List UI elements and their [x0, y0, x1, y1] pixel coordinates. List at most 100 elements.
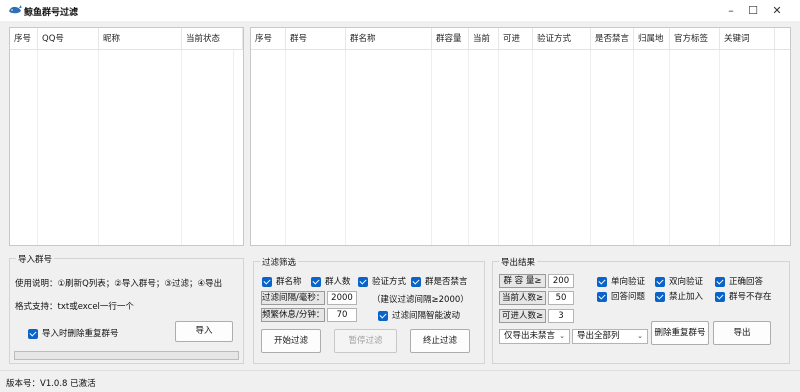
column-header[interactable]: 是否禁言: [591, 28, 634, 50]
column-divider: [181, 50, 182, 245]
column-header[interactable]: 验证方式: [533, 28, 591, 50]
filter-verify-checkbox[interactable]: 验证方式: [358, 276, 406, 288]
column-divider: [233, 50, 234, 245]
rest-label: 频繁休息/分钟：: [261, 308, 325, 322]
smart-interval-checkbox[interactable]: 过滤间隔智能波动: [378, 310, 460, 322]
capacity-input[interactable]: 200: [548, 274, 574, 288]
column-divider: [590, 50, 591, 245]
export-button[interactable]: 导出: [713, 321, 771, 345]
interval-input[interactable]: 2000: [327, 291, 357, 305]
checkbox-label: 群人数: [325, 277, 351, 287]
one-way-verify-checkbox[interactable]: 单向验证: [597, 276, 645, 288]
column-header[interactable]: 官方标签: [670, 28, 720, 50]
checkbox-label: 禁止加入: [669, 292, 704, 302]
column-header[interactable]: 序号: [10, 28, 38, 50]
column-header[interactable]: 昵称: [99, 28, 182, 50]
version-text: 版本号：V1.0.8 已激活: [6, 379, 96, 389]
answer-question-checkbox[interactable]: 回答问题: [597, 291, 645, 303]
column-header[interactable]: 关键词: [720, 28, 775, 50]
filter-name-checkbox[interactable]: 群名称: [262, 276, 302, 288]
checkbox-checked-icon: [28, 329, 38, 339]
checkbox-label: 正确回答: [729, 277, 764, 287]
checkbox-label: 群名称: [276, 277, 302, 287]
group-list-table[interactable]: 序号 群号 群名称 群容量 当前 可进 验证方式 是否禁言 归属地 官方标签 关…: [250, 27, 791, 246]
column-divider: [774, 50, 775, 245]
column-header[interactable]: 序号: [251, 28, 286, 50]
remove-duplicates-button[interactable]: 删除重复群号: [651, 321, 709, 345]
checkbox-checked-icon: [311, 277, 321, 287]
import-group-label: 导入群号: [16, 253, 55, 265]
title-bar: 鲸鱼群号过滤 – ☐ ✕: [0, 0, 800, 21]
rest-input[interactable]: 70: [327, 308, 357, 322]
column-divider: [98, 50, 99, 245]
column-header[interactable]: 当前: [469, 28, 499, 50]
current-members-label: 当前人数≥: [499, 291, 546, 305]
column-divider: [669, 50, 670, 245]
group-not-exist-checkbox[interactable]: 群号不存在: [715, 291, 772, 303]
import-button[interactable]: 导入: [175, 321, 233, 342]
column-header[interactable]: 可进: [499, 28, 533, 50]
available-label: 可进人数≥: [499, 309, 546, 323]
usage-instructions: 使用说明：①刷新Q列表；②导入群号；③过滤；④导出: [15, 279, 223, 289]
qq-list-header: 序号 QQ号 昵称 当前状态: [10, 28, 243, 50]
filter-groupbox: 过滤筛选 群名称 群人数 验证方式 群是否禁言 过滤间隔/毫秒： 2000 （建…: [253, 256, 485, 364]
checkbox-label: 回答问题: [611, 292, 646, 302]
mute-export-select[interactable]: 仅导出未禁言 ⌄: [499, 329, 570, 344]
available-input[interactable]: 3: [548, 309, 574, 323]
start-filter-button[interactable]: 开始过滤: [261, 329, 321, 353]
column-divider: [285, 50, 286, 245]
column-divider: [37, 50, 38, 245]
checkbox-label: 导入时删除重复群号: [42, 329, 119, 339]
pause-filter-button[interactable]: 暂停过滤: [334, 329, 397, 353]
column-divider: [468, 50, 469, 245]
column-header[interactable]: 归属地: [634, 28, 670, 50]
checkbox-checked-icon: [597, 277, 607, 287]
checkbox-label: 群号不存在: [729, 292, 772, 302]
column-header[interactable]: QQ号: [38, 28, 99, 50]
column-header[interactable]: 群名称: [346, 28, 432, 50]
checkbox-label: 过滤间隔智能波动: [392, 311, 461, 321]
export-group-label: 导出结果: [499, 256, 538, 268]
column-header[interactable]: 当前状态: [182, 28, 243, 50]
column-divider: [633, 50, 634, 245]
column-divider: [431, 50, 432, 245]
interval-hint: （建议过滤间隔≥2000）: [372, 295, 469, 305]
column-header[interactable]: 群号: [286, 28, 346, 50]
capacity-label: 群 容 量≥: [499, 274, 546, 288]
columns-export-select[interactable]: 导出全部列 ⌄: [572, 329, 648, 344]
column-header[interactable]: 群容量: [432, 28, 469, 50]
column-divider: [532, 50, 533, 245]
join-forbidden-checkbox[interactable]: 禁止加入: [655, 291, 703, 303]
current-members-input[interactable]: 50: [548, 291, 574, 305]
close-button[interactable]: ✕: [754, 0, 800, 21]
checkbox-checked-icon: [378, 311, 388, 321]
checkbox-label: 验证方式: [372, 277, 407, 287]
qq-list-table[interactable]: 序号 QQ号 昵称 当前状态: [9, 27, 244, 246]
checkbox-checked-icon: [655, 277, 665, 287]
column-divider: [345, 50, 346, 245]
import-groupbox: 导入群号 使用说明：①刷新Q列表；②导入群号；③过滤；④导出 格式支持：txt或…: [9, 253, 244, 364]
checkbox-checked-icon: [715, 277, 725, 287]
group-list-header: 序号 群号 群名称 群容量 当前 可进 验证方式 是否禁言 归属地 官方标签 关…: [251, 28, 790, 50]
window-title: 鲸鱼群号过滤: [24, 8, 79, 18]
filter-muted-checkbox[interactable]: 群是否禁言: [411, 276, 468, 288]
select-value: 仅导出未禁言: [504, 331, 556, 341]
checkbox-checked-icon: [358, 277, 368, 287]
dedupe-on-import-checkbox[interactable]: 导入时删除重复群号: [28, 328, 119, 340]
chevron-down-icon: ⌄: [637, 332, 643, 340]
correct-answer-checkbox[interactable]: 正确回答: [715, 276, 763, 288]
column-divider: [498, 50, 499, 245]
checkbox-checked-icon: [597, 292, 607, 302]
checkbox-label: 群是否禁言: [425, 277, 468, 287]
filter-members-checkbox[interactable]: 群人数: [311, 276, 351, 288]
chevron-down-icon: ⌄: [559, 332, 565, 340]
interval-label: 过滤间隔/毫秒：: [261, 291, 325, 305]
checkbox-checked-icon: [715, 292, 725, 302]
two-way-verify-checkbox[interactable]: 双向验证: [655, 276, 703, 288]
select-value: 导出全部列: [577, 331, 620, 341]
checkbox-checked-icon: [411, 277, 421, 287]
whale-icon: [9, 5, 22, 14]
checkbox-checked-icon: [262, 277, 272, 287]
checkbox-label: 双向验证: [669, 277, 704, 287]
stop-filter-button[interactable]: 终止过滤: [410, 329, 470, 353]
